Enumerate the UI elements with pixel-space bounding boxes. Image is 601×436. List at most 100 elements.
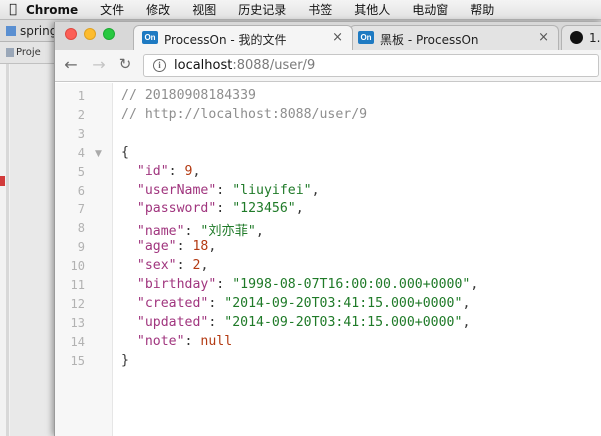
comma: , [200,258,209,274]
menu-help[interactable]: 帮助 [470,1,494,18]
close-tab-icon[interactable]: × [538,30,549,45]
colon: : [184,333,201,349]
json-key: "userName" [136,182,217,198]
json-key: "name" [136,224,185,240]
menu-chrome[interactable]: Chrome [26,3,78,17]
line-number: 13 [70,315,85,330]
colon: : [168,163,185,179]
processon-favicon-icon: On [142,31,158,44]
code-line: { [121,145,129,160]
error-marker[interactable] [0,176,5,186]
json-value: "刘亦菲" [200,224,256,240]
fold-toggle-icon[interactable]: ▼ [95,149,102,159]
menubar:  Chrome 文件 修改 视图 历史记录 书签 其他人 电动窗 帮助 [0,0,601,20]
json-value: "2014-09-20T03:41:15.000+0000" [224,295,463,311]
code-line: "name": "刘亦菲", [121,220,264,239]
close-tab-icon[interactable]: × [332,30,343,45]
json-key: "updated" [136,314,209,330]
json-value: "123456" [232,201,296,217]
line-number: 14 [70,334,85,349]
folder-icon [6,48,14,57]
comma: , [470,277,479,292]
colon: : [216,277,233,292]
json-key: "password" [136,201,217,217]
colon: : [208,314,225,330]
menu-bookmarks[interactable]: 书签 [308,1,332,18]
line-number: 12 [70,296,85,311]
comma: , [311,182,320,198]
menu-window[interactable]: 电动窗 [412,1,448,18]
back-button[interactable]: ← [61,55,81,74]
code-line: } [121,353,129,368]
tab-processon-files[interactable]: On ProcessOn - 我的文件 × [133,25,353,50]
url-host: localhost [174,58,233,73]
tab-title: ProcessOn - 我的文件 [164,33,287,47]
line-number: 9 [77,240,85,255]
fullscreen-window-button[interactable] [103,28,115,40]
comment-timestamp: // 20180908184339 [121,88,256,103]
colon: : [208,295,225,311]
colon: : [176,239,193,255]
url-path: :8088/user/9 [232,58,316,73]
json-key: "age" [136,239,177,255]
ide-tab-label: Proje [16,47,41,58]
colon: : [176,258,193,274]
json-value: 9 [184,163,193,179]
line-number: 1 [77,89,85,103]
tab-github[interactable]: 1. [561,25,601,50]
code-line: // http://localhost:8088/user/9 [121,107,367,122]
tab-title: 黑板 - ProcessOn [380,33,479,47]
apple-icon[interactable]:  [0,2,26,17]
line-number: 6 [77,183,85,198]
forward-button[interactable]: → [89,55,109,74]
json-key: "note" [136,333,185,349]
close-window-button[interactable] [65,28,77,40]
menu-people[interactable]: 其他人 [354,1,390,18]
line-number: 10 [70,259,85,274]
code-line: "age": 18, [121,239,216,254]
menu-edit[interactable]: 修改 [146,1,170,18]
open-brace: { [121,144,129,160]
json-key: "created" [136,295,209,311]
code-line: "id": 9, [121,163,201,179]
comma: , [255,224,264,240]
code-line: "sex": 2, [121,258,209,274]
comma: , [462,314,471,330]
line-number: 4 [77,145,85,160]
json-viewer[interactable]: 1 2 3 4 5 6 7 8 9 10 11 12 13 14 15 ▼ // 20180908184339… [55,83,601,436]
line-number: 7 [77,202,85,217]
code-line: "userName": "liuyifei", [121,183,320,198]
colon: : [216,201,233,217]
code-line: "updated": "2014-09-20T03:41:15.000+0000… [121,314,471,330]
github-icon [570,31,583,44]
comma: , [208,239,217,255]
menu-view[interactable]: 视图 [192,1,216,18]
tab-title: 1. [589,31,601,45]
close-brace: } [121,352,129,368]
line-number-gutter: 1 2 3 4 5 6 7 8 9 10 11 12 13 14 15 ▼ [55,83,113,436]
line-number: 15 [70,353,85,368]
code-line: "password": "123456", [121,201,304,216]
menu-file[interactable]: 文件 [100,1,124,18]
address-bar[interactable]: i localhost:8088/user/9 [143,54,599,77]
ide-scroll-stripe [6,64,9,436]
menu-history[interactable]: 历史记录 [238,1,286,18]
comment-url: // http://localhost:8088/user/9 [121,106,368,122]
chrome-window: On ProcessOn - 我的文件 × On 黑板 - ProcessOn … [54,22,601,436]
url-text[interactable]: localhost:8088/user/9 [174,58,315,73]
reload-button[interactable]: ↻ [115,55,135,73]
code-line: // 20180908184339 [121,88,256,103]
tab-processon-blackboard[interactable]: On 黑板 - ProcessOn × [349,25,559,50]
info-icon[interactable]: i [153,59,166,72]
line-number: 2 [77,107,85,122]
line-number: 5 [77,164,85,179]
processon-favicon-icon: On [358,31,374,44]
minimize-window-button[interactable] [84,28,96,40]
json-key: "sex" [136,258,177,274]
